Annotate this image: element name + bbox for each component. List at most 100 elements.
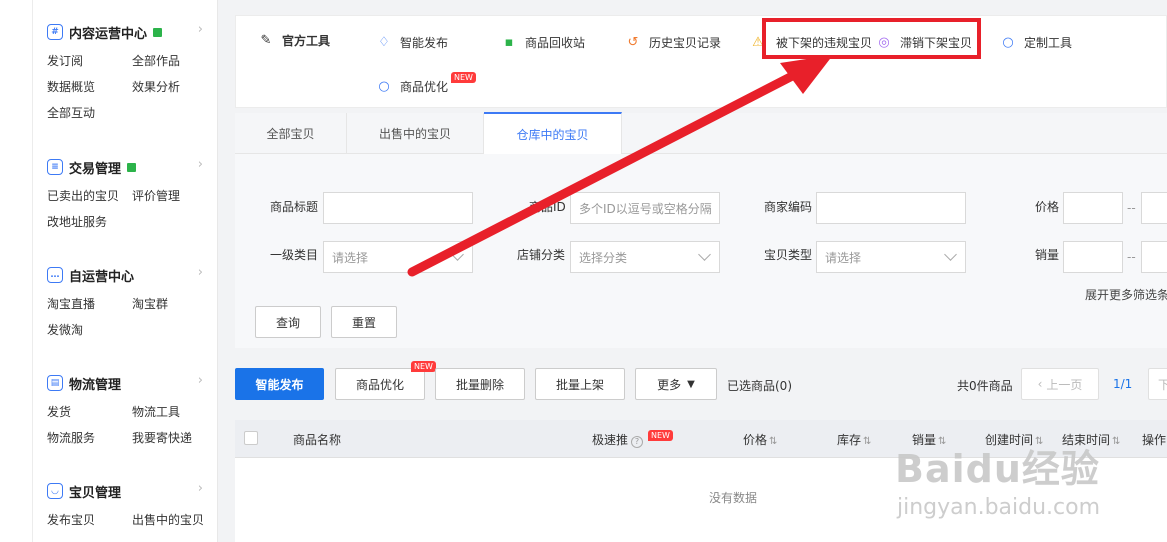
- sidebar-item[interactable]: 已卖出的宝贝: [47, 187, 132, 204]
- chat-icon: …: [47, 267, 63, 283]
- id-input[interactable]: 多个ID以逗号或空格分隔: [570, 192, 720, 224]
- logistics-icon: ▤: [47, 375, 63, 391]
- flag-icon: [153, 27, 163, 37]
- sidebar-item[interactable]: 发订阅: [47, 52, 132, 69]
- caret-down-icon: ▼: [687, 378, 695, 390]
- selected-count: 已选商品(0): [727, 379, 792, 393]
- type-placeholder: 请选择: [825, 250, 862, 265]
- sidebar-item[interactable]: 效果分析: [132, 78, 217, 95]
- sidebar-section-title: 物流管理: [69, 377, 122, 393]
- sidebar-item[interactable]: 发微淘: [47, 321, 132, 338]
- sidebar-section-header[interactable]: # 内容运营中心 ›: [47, 22, 217, 42]
- sidebar-item[interactable]: 全部作品: [132, 52, 217, 69]
- optimize-button[interactable]: 商品优化: [335, 368, 425, 400]
- select-all-checkbox[interactable]: [244, 431, 258, 445]
- smart-publish-link[interactable]: ♢ 智能发布: [376, 34, 448, 51]
- price-min-input[interactable]: [1063, 192, 1123, 224]
- watermark-url: jingyan.baidu.com: [897, 495, 1101, 520]
- flag-icon: [127, 162, 137, 172]
- empty-state: 没有数据: [709, 491, 758, 505]
- optimize-label: 商品优化: [400, 80, 449, 94]
- sidebar-section-trade: ≡ 交易管理 › 已卖出的宝贝 评价管理 改地址服务: [47, 157, 217, 230]
- tab-in-warehouse[interactable]: 仓库中的宝贝: [484, 112, 622, 154]
- new-badge: NEW: [648, 430, 673, 441]
- chevron-right-icon[interactable]: ›: [198, 265, 203, 280]
- next-page-button[interactable]: 下: [1148, 368, 1167, 400]
- sidebar-item[interactable]: 物流服务: [47, 429, 132, 446]
- sidebar-item[interactable]: 全部互动: [47, 104, 132, 121]
- watermark-brand: Baidu经验: [895, 447, 1100, 491]
- history-link[interactable]: ↺ 历史宝贝记录: [625, 34, 721, 51]
- category-select[interactable]: 请选择: [323, 241, 473, 273]
- chevron-left-icon: ‹: [1037, 377, 1043, 391]
- col-ops: 操作: [1142, 433, 1167, 447]
- range-separator: --: [1127, 250, 1136, 264]
- prev-page-button[interactable]: ‹ 上一页: [1021, 368, 1099, 400]
- merchant-code-label: 商家编码: [764, 200, 813, 214]
- sidebar-section-header[interactable]: … 自运营中心 ›: [47, 265, 217, 285]
- category-placeholder: 请选择: [332, 250, 369, 265]
- sales-max-input[interactable]: [1141, 241, 1167, 273]
- sidebar-item[interactable]: 出售中的宝贝: [132, 511, 217, 528]
- custom-tools-link[interactable]: ○ 定制工具: [1000, 34, 1072, 51]
- price-max-input[interactable]: [1141, 192, 1167, 224]
- new-badge: NEW: [411, 361, 436, 372]
- shop-category-label: 店铺分类: [517, 248, 566, 262]
- type-label: 宝贝类型: [764, 248, 813, 262]
- more-dropdown[interactable]: 更多 ▼: [635, 368, 717, 400]
- sidebar-item[interactable]: 我要寄快递: [132, 429, 217, 446]
- history-label: 历史宝贝记录: [649, 36, 722, 50]
- trash-icon: ▪: [504, 35, 514, 50]
- sidebar-menu: # 内容运营中心 › 发订阅 全部作品 数据概览 效果分析 全部互动 ≡ 交易管…: [32, 0, 218, 542]
- recycle-bin-label: 商品回收站: [525, 36, 586, 50]
- sales-label: 销量: [1035, 248, 1060, 262]
- batch-delete-button[interactable]: 批量删除: [435, 368, 525, 400]
- tab-all-products[interactable]: 全部宝贝: [235, 113, 347, 154]
- sidebar-item[interactable]: 淘宝群: [132, 295, 217, 312]
- title-input[interactable]: [323, 192, 473, 224]
- merchant-code-input[interactable]: [816, 192, 966, 224]
- chevron-right-icon[interactable]: ›: [198, 481, 203, 496]
- sidebar: # 内容运营中心 › 发订阅 全部作品 数据概览 效果分析 全部互动 ≡ 交易管…: [0, 0, 218, 542]
- sidebar-section-header[interactable]: ▤ 物流管理 ›: [47, 373, 217, 393]
- sort-icon: ⇅: [1112, 436, 1121, 447]
- recycle-bin-link[interactable]: ▪ 商品回收站: [501, 34, 585, 51]
- filter-panel: 商品标题 商品ID 多个ID以逗号或空格分隔 商家编码 价格 -- 一级类目 请…: [235, 154, 1167, 348]
- page-indicator: 1/1: [1113, 377, 1133, 391]
- reset-button[interactable]: 重置: [331, 306, 397, 338]
- chevron-right-icon[interactable]: ›: [198, 22, 203, 37]
- sidebar-item[interactable]: 发货: [47, 403, 132, 420]
- sidebar-section-title: 宝贝管理: [69, 485, 122, 501]
- sidebar-item[interactable]: 物流工具: [132, 403, 217, 420]
- col-stock[interactable]: 库存 ⇅: [837, 431, 871, 448]
- watermark: Baidu经验 jingyan.baidu.com: [895, 438, 1100, 520]
- optimize-link[interactable]: ○ 商品优化: [376, 78, 448, 95]
- search-icon: ○: [378, 79, 390, 94]
- sidebar-section-header[interactable]: ≡ 交易管理 ›: [47, 157, 217, 177]
- col-name: 商品名称: [293, 433, 342, 447]
- expand-filters-link[interactable]: 展开更多筛选条件: [1085, 286, 1167, 303]
- sidebar-item[interactable]: 评价管理: [132, 187, 217, 204]
- batch-list-label: 批量上架: [555, 377, 604, 392]
- help-icon[interactable]: ?: [631, 436, 644, 448]
- batch-list-button[interactable]: 批量上架: [535, 368, 625, 400]
- chevron-right-icon[interactable]: ›: [198, 157, 203, 172]
- smart-publish-button[interactable]: 智能发布: [235, 368, 324, 400]
- range-separator: --: [1127, 201, 1136, 215]
- sidebar-item[interactable]: 发布宝贝: [47, 511, 132, 528]
- sidebar-item[interactable]: 改地址服务: [47, 213, 132, 230]
- sidebar-section-header[interactable]: ◡ 宝贝管理 ›: [47, 481, 217, 501]
- sidebar-item[interactable]: 数据概览: [47, 78, 132, 95]
- col-price[interactable]: 价格 ⇅: [743, 431, 777, 448]
- history-icon: ↺: [627, 35, 639, 50]
- title-label: 商品标题: [270, 200, 319, 214]
- col-stock-label: 库存: [837, 433, 862, 447]
- prev-page-label: 上一页: [1046, 377, 1083, 392]
- tab-on-sale[interactable]: 出售中的宝贝: [347, 113, 484, 154]
- sales-min-input[interactable]: [1063, 241, 1123, 273]
- chevron-right-icon[interactable]: ›: [198, 373, 203, 388]
- shop-category-select[interactable]: 选择分类: [570, 241, 720, 273]
- type-select[interactable]: 请选择: [816, 241, 966, 273]
- sidebar-item[interactable]: 淘宝直播: [47, 295, 132, 312]
- query-button[interactable]: 查询: [255, 306, 321, 338]
